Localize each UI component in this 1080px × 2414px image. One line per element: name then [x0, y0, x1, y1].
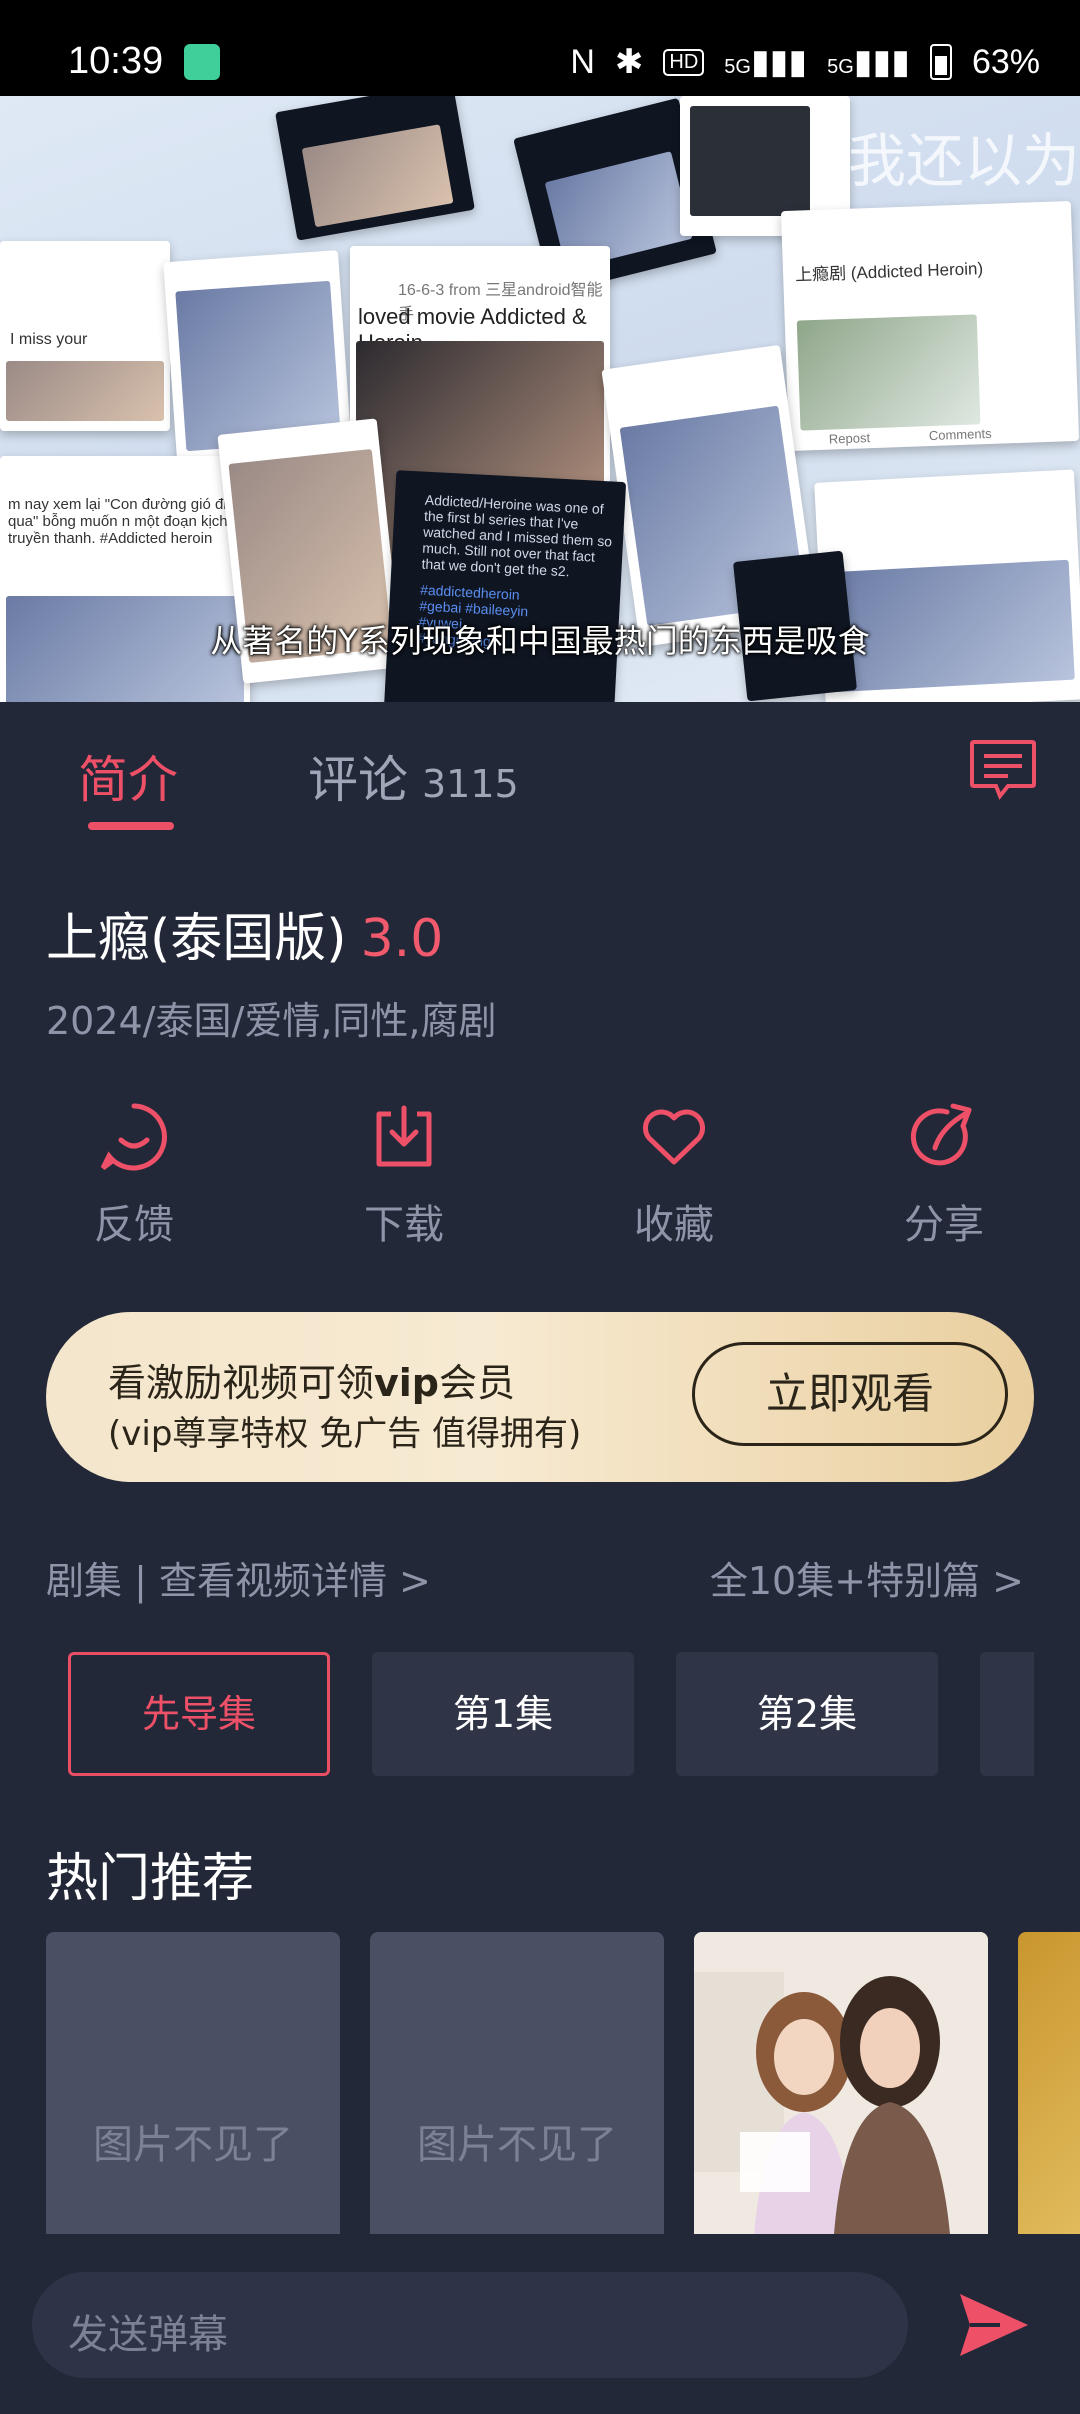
- show-score: 3.0: [360, 909, 444, 969]
- collage-card: [275, 96, 475, 241]
- image-missing-text: 图片不见了: [93, 2122, 293, 2168]
- recommendation-card[interactable]: [1018, 1932, 1080, 2234]
- battery-percent: 63%: [971, 42, 1040, 81]
- system-icons: N ✱ HD 5G▮▮▮ 5G▮▮▮ 63%: [570, 42, 1040, 82]
- card-text: Addicted/Heroine was one of the first bl…: [421, 491, 613, 580]
- detail-tabs: 简介 评论 3115: [0, 702, 1080, 832]
- status-time: 10:39: [68, 40, 164, 82]
- signal-icon-1: 5G▮▮▮: [724, 43, 808, 81]
- collage-card: m nay xem lại "Con đường gió đi qua" bỗn…: [0, 456, 250, 702]
- card-text: Repost: [828, 430, 871, 447]
- heart-icon: [643, 1109, 705, 1165]
- danmaku-input[interactable]: 发送弹幕: [32, 2272, 908, 2378]
- hot-recommendations-title: 热门推荐: [46, 1849, 255, 1909]
- send-icon[interactable]: [956, 2290, 1032, 2360]
- show-title: 上瘾(泰国版): [46, 909, 347, 969]
- episodes-header[interactable]: 剧集 | 查看视频详情 >: [46, 1550, 431, 1605]
- card-text: Comments: [928, 425, 992, 444]
- episode-item-next[interactable]: [980, 1652, 1034, 1776]
- battery-icon: [929, 44, 952, 80]
- collage-card: I miss your: [0, 241, 170, 431]
- card-image: [796, 314, 981, 431]
- tab-intro[interactable]: 简介: [78, 740, 178, 812]
- card-text: I miss your: [10, 331, 88, 348]
- favorite-button[interactable]: 收藏: [594, 1100, 754, 1250]
- tab-comments-label: 评论: [308, 751, 408, 809]
- favorite-label: 收藏: [634, 1202, 714, 1248]
- danmaku-list-icon[interactable]: [968, 738, 1038, 802]
- recommendation-card[interactable]: 图片不见了: [370, 1932, 664, 2234]
- recommendation-card[interactable]: [694, 1932, 988, 2234]
- download-icon: [376, 1105, 432, 1167]
- show-meta: 2024/泰国/爱情,同性,腐剧: [46, 999, 497, 1043]
- video-player[interactable]: I miss your 16-6-3 from 三星android智能手 lov…: [0, 96, 1080, 702]
- danmaku-placeholder: 发送弹幕: [68, 2312, 228, 2358]
- vip-promo-banner[interactable]: 看激励视频可领vip会员 (vip尊享特权 免广告 值得拥有) 立即观看: [46, 1312, 1034, 1482]
- download-button[interactable]: 下载: [324, 1100, 484, 1250]
- episode-list: 先导集 第1集 第2集: [68, 1652, 1034, 1776]
- recommendation-card[interactable]: 图片不见了: [46, 1932, 340, 2234]
- tab-comments[interactable]: 评论 3115: [308, 740, 519, 812]
- episode-item-pilot[interactable]: 先导集: [68, 1652, 330, 1776]
- download-notification-icon: [184, 44, 220, 80]
- video-overlay-text: 我还以为: [847, 127, 1080, 195]
- hot-recommendations-list: 图片不见了 图片不见了: [46, 1932, 1080, 2234]
- card-text: 上瘾剧 (Addicted Heroin): [794, 259, 984, 285]
- hd-badge: HD: [663, 48, 705, 76]
- video-subtitle: 从著名的Y系列现象和中国最热门的东西是吸食: [210, 622, 870, 660]
- show-title-row: 上瘾(泰国版) 3.0: [46, 896, 443, 971]
- episode-item-2[interactable]: 第2集: [676, 1652, 938, 1776]
- bottom-bar: 发送弹幕: [0, 2234, 1080, 2414]
- active-tab-indicator: [88, 822, 174, 830]
- nfc-icon: N: [570, 42, 595, 81]
- share-label: 分享: [904, 1202, 984, 1248]
- episode-item-1[interactable]: 第1集: [372, 1652, 634, 1776]
- download-label: 下载: [364, 1202, 444, 1248]
- collage-card: 上瘾剧 (Addicted Heroin) Repost Comments: [780, 201, 1080, 451]
- signal-icon-2: 5G▮▮▮: [827, 43, 910, 81]
- card-image: [6, 361, 164, 421]
- poster-image: [694, 1932, 988, 2234]
- comments-count: 3115: [422, 762, 519, 806]
- card-text: m nay xem lại "Con đường gió đi qua" bỗn…: [8, 496, 228, 547]
- feedback-button[interactable]: 反馈: [54, 1100, 214, 1250]
- collage-card: Addicted/Heroine was one of the first bl…: [383, 470, 627, 702]
- watch-now-button[interactable]: 立即观看: [692, 1342, 1008, 1446]
- all-episodes-link[interactable]: 全10集+特别篇 >: [710, 1550, 1024, 1605]
- action-row: 反馈 下载 收藏 分享: [0, 1100, 1080, 1260]
- feedback-label: 反馈: [94, 1202, 174, 1248]
- share-button[interactable]: 分享: [864, 1100, 1024, 1250]
- card-image: [301, 124, 454, 228]
- promo-line-2: (vip尊享特权 免广告 值得拥有): [108, 1414, 582, 1454]
- card-image: [690, 106, 810, 216]
- status-bar: 10:39 N ✱ HD 5G▮▮▮ 5G▮▮▮ 63%: [0, 0, 1080, 96]
- smile-icon: [100, 1103, 167, 1171]
- image-missing-text: 图片不见了: [417, 2122, 617, 2168]
- promo-line-1: 看激励视频可领vip会员: [108, 1361, 516, 1405]
- bluetooth-icon: ✱: [614, 43, 644, 81]
- share-icon: [910, 1103, 972, 1166]
